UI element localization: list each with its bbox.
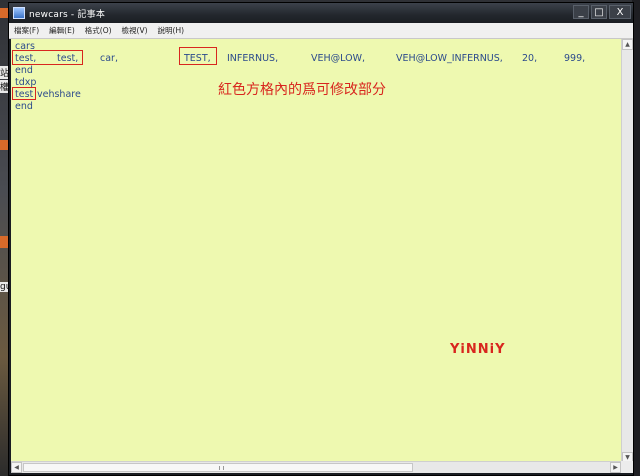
- menu-help[interactable]: 說明(H): [153, 25, 190, 36]
- menu-view[interactable]: 檢視(V): [117, 25, 153, 36]
- size-grip[interactable]: [621, 461, 633, 473]
- close-button[interactable]: X: [609, 5, 631, 19]
- text-token: INFERNUS,: [227, 53, 279, 64]
- text-token: VEH@LOW,: [311, 53, 365, 64]
- text-token: 999,: [564, 53, 586, 64]
- vertical-scrollbar[interactable]: ▲ ▼: [621, 39, 633, 463]
- menu-file[interactable]: 檔案(F): [9, 25, 44, 36]
- notepad-icon: [13, 7, 25, 19]
- horizontal-scroll-thumb[interactable]: [23, 463, 413, 472]
- highlight-box: [12, 50, 83, 65]
- text-token: VEH@LOW_INFERNUS,: [396, 53, 503, 64]
- window-title: newcars - 記事本: [29, 9, 106, 20]
- text-line: end: [15, 65, 33, 76]
- maximize-button[interactable]: □: [591, 5, 607, 19]
- text-line: end: [15, 101, 33, 112]
- highlight-box: [179, 47, 217, 65]
- text-editor-area[interactable]: cars test, test, car, TEST, INFERNUS, VE…: [11, 39, 621, 463]
- text-token: vehshare: [37, 89, 81, 100]
- highlight-box: [12, 87, 36, 100]
- scroll-left-icon[interactable]: ◀: [11, 462, 22, 473]
- menu-bar: 檔案(F) 編輯(E) 格式(O) 檢視(V) 說明(H): [9, 23, 633, 39]
- menu-edit[interactable]: 編輯(E): [44, 25, 80, 36]
- text-token: 20,: [522, 53, 538, 64]
- title-bar[interactable]: newcars - 記事本 _ □ X: [9, 3, 633, 23]
- horizontal-scrollbar[interactable]: ◀ ▶: [11, 461, 621, 473]
- scroll-right-icon[interactable]: ▶: [610, 462, 621, 473]
- menu-format[interactable]: 格式(O): [80, 25, 117, 36]
- window-controls: _ □ X: [571, 5, 631, 19]
- annotation-note: 紅色方格內的爲可修改部分: [218, 82, 386, 98]
- scroll-up-icon[interactable]: ▲: [622, 39, 633, 50]
- grip-icon: [219, 466, 224, 470]
- text-token: car,: [100, 53, 118, 64]
- notepad-window: newcars - 記事本 _ □ X 檔案(F) 編輯(E) 格式(O) 檢視…: [8, 2, 634, 476]
- minimize-button[interactable]: _: [573, 5, 589, 19]
- watermark: YiNNiY: [450, 342, 506, 357]
